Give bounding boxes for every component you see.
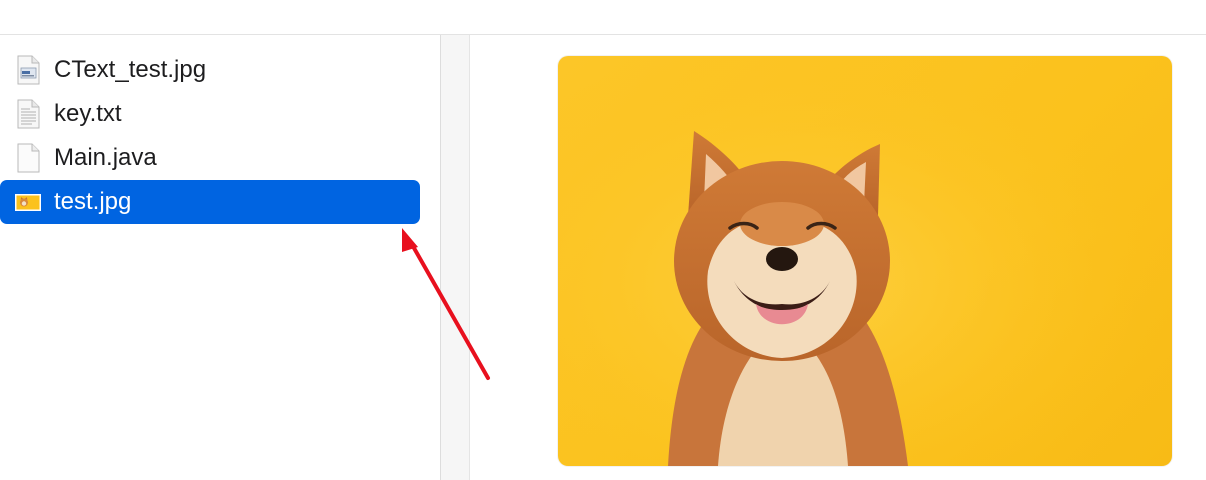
text-file-icon bbox=[14, 99, 42, 129]
preview-pane bbox=[470, 35, 1206, 480]
file-name: test.jpg bbox=[54, 188, 132, 215]
image-file-icon bbox=[14, 55, 42, 85]
column-divider[interactable] bbox=[441, 35, 470, 480]
file-name: key.txt bbox=[54, 100, 122, 127]
preview-image bbox=[558, 56, 1172, 466]
jpg-thumbnail-icon bbox=[14, 187, 42, 217]
file-list: CText_test.jpg key.txt Main.java test.jp… bbox=[0, 35, 441, 480]
file-name: CText_test.jpg bbox=[54, 56, 207, 83]
window-toolbar bbox=[0, 0, 1206, 35]
blank-file-icon bbox=[14, 143, 42, 173]
file-item-key-txt[interactable]: key.txt bbox=[0, 92, 420, 136]
shiba-inu-dog-photo bbox=[558, 56, 1172, 466]
file-name: Main.java bbox=[54, 144, 157, 171]
file-item-test-jpg[interactable]: test.jpg bbox=[0, 180, 420, 224]
file-item-ctext-test-jpg[interactable]: CText_test.jpg bbox=[0, 48, 420, 92]
file-item-main-java[interactable]: Main.java bbox=[0, 136, 420, 180]
